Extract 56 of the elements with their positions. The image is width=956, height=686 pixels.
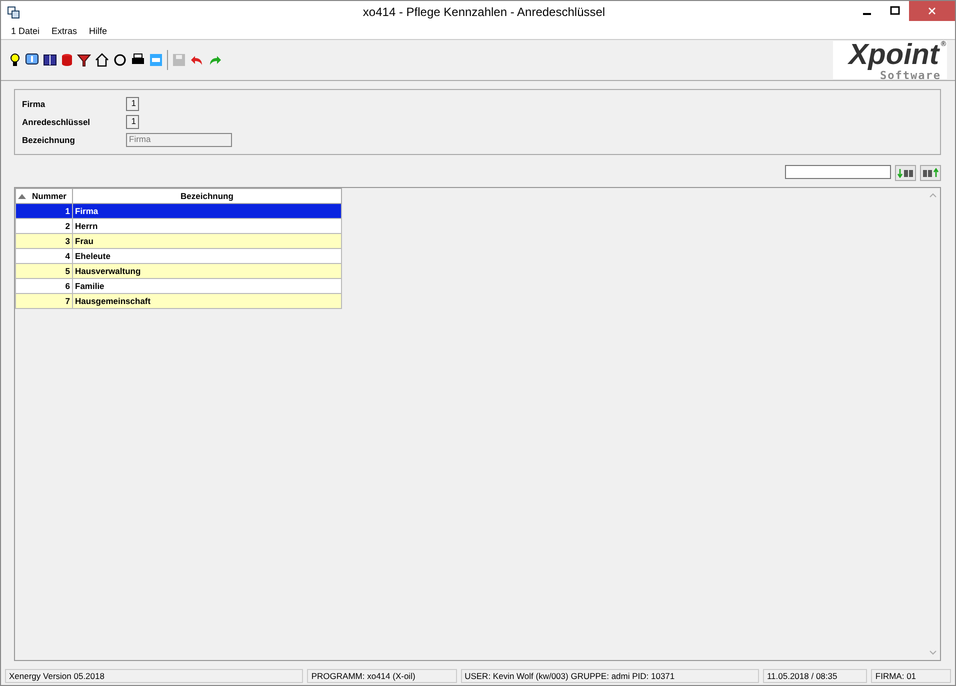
table-cell: Eheleute [72,248,342,264]
number-field[interactable]: 1 [126,97,139,111]
number-field[interactable]: 1 [126,115,139,129]
table-row[interactable]: 2 Herrn [16,218,342,234]
table-row[interactable]: 5 Hausverwaltung [16,264,342,278]
field-label: Anredeschlüssel [22,117,92,127]
column-header[interactable]: Nummer [16,188,72,204]
table-cell: 3 [16,234,72,248]
status-panel: USER: Kevin Wolf (kw/003) GRUPPE: admi PID: 10371 [460,669,759,683]
logo: Xpoint$^{®}$ Software [833,41,947,79]
menu-item[interactable]: Extras [52,26,78,36]
redo-icon[interactable] [208,53,222,67]
table-cell: 4 [16,248,72,264]
table-cell: 1 [16,204,72,218]
table-row[interactable]: 7 Hausgemeinschaft [16,294,342,308]
status-panel: 11.05.2018 / 08:35 [762,669,868,683]
field-label: Bezeichnung [22,135,76,145]
table-row[interactable]: 1 Firma [16,204,342,218]
database-icon[interactable] [61,53,73,67]
table-cell: Hausverwaltung [72,264,342,278]
lightbulb-icon[interactable] [9,53,21,67]
table-row[interactable]: 3 Frau [16,234,342,248]
filter-icon[interactable] [77,53,91,67]
maximize-icon [890,6,900,16]
status-panel: PROGRAMM: xo414 (X-oil) [307,669,457,683]
printer-icon[interactable] [131,53,145,67]
table-cell: Herrn [72,218,342,234]
app-icon [7,6,20,18]
table-cell: Hausgemeinschaft [72,294,342,308]
table-cell: Firma [72,204,342,218]
info-icon[interactable] [25,53,39,67]
column-header[interactable]: Bezeichnung [72,188,342,204]
book-icon[interactable] [43,53,57,67]
table-cell: Frau [72,234,342,248]
field-label: Firma [22,99,46,109]
house-icon[interactable] [95,53,109,67]
table-cell: 7 [16,294,72,308]
search-down-button[interactable] [895,165,916,181]
status-panel: Xenergy Version 05.2018 [5,669,304,683]
menu-item[interactable]: 1 Datei [11,26,40,36]
refresh-icon[interactable] [113,53,127,67]
text-field[interactable]: Firma [126,133,232,147]
search-up-button[interactable] [920,165,941,181]
table-cell: 5 [16,264,72,278]
table-cell: Familie [72,278,342,294]
table-row[interactable]: 6 Familie [16,278,342,294]
table-row[interactable]: 4 Eheleute [16,248,342,264]
search-field[interactable] [785,165,891,179]
table-cell: 6 [16,278,72,294]
minimize-icon [863,13,871,15]
menu-item[interactable]: Hilfe [89,26,108,36]
close-icon [927,6,937,16]
sort-icon [18,193,26,199]
status-panel: FIRMA: 01 [871,669,951,683]
table-cell: 2 [16,218,72,234]
window-title: xo414 - Pflege Kennzahlen - Anredeschlüssel [362,5,606,19]
